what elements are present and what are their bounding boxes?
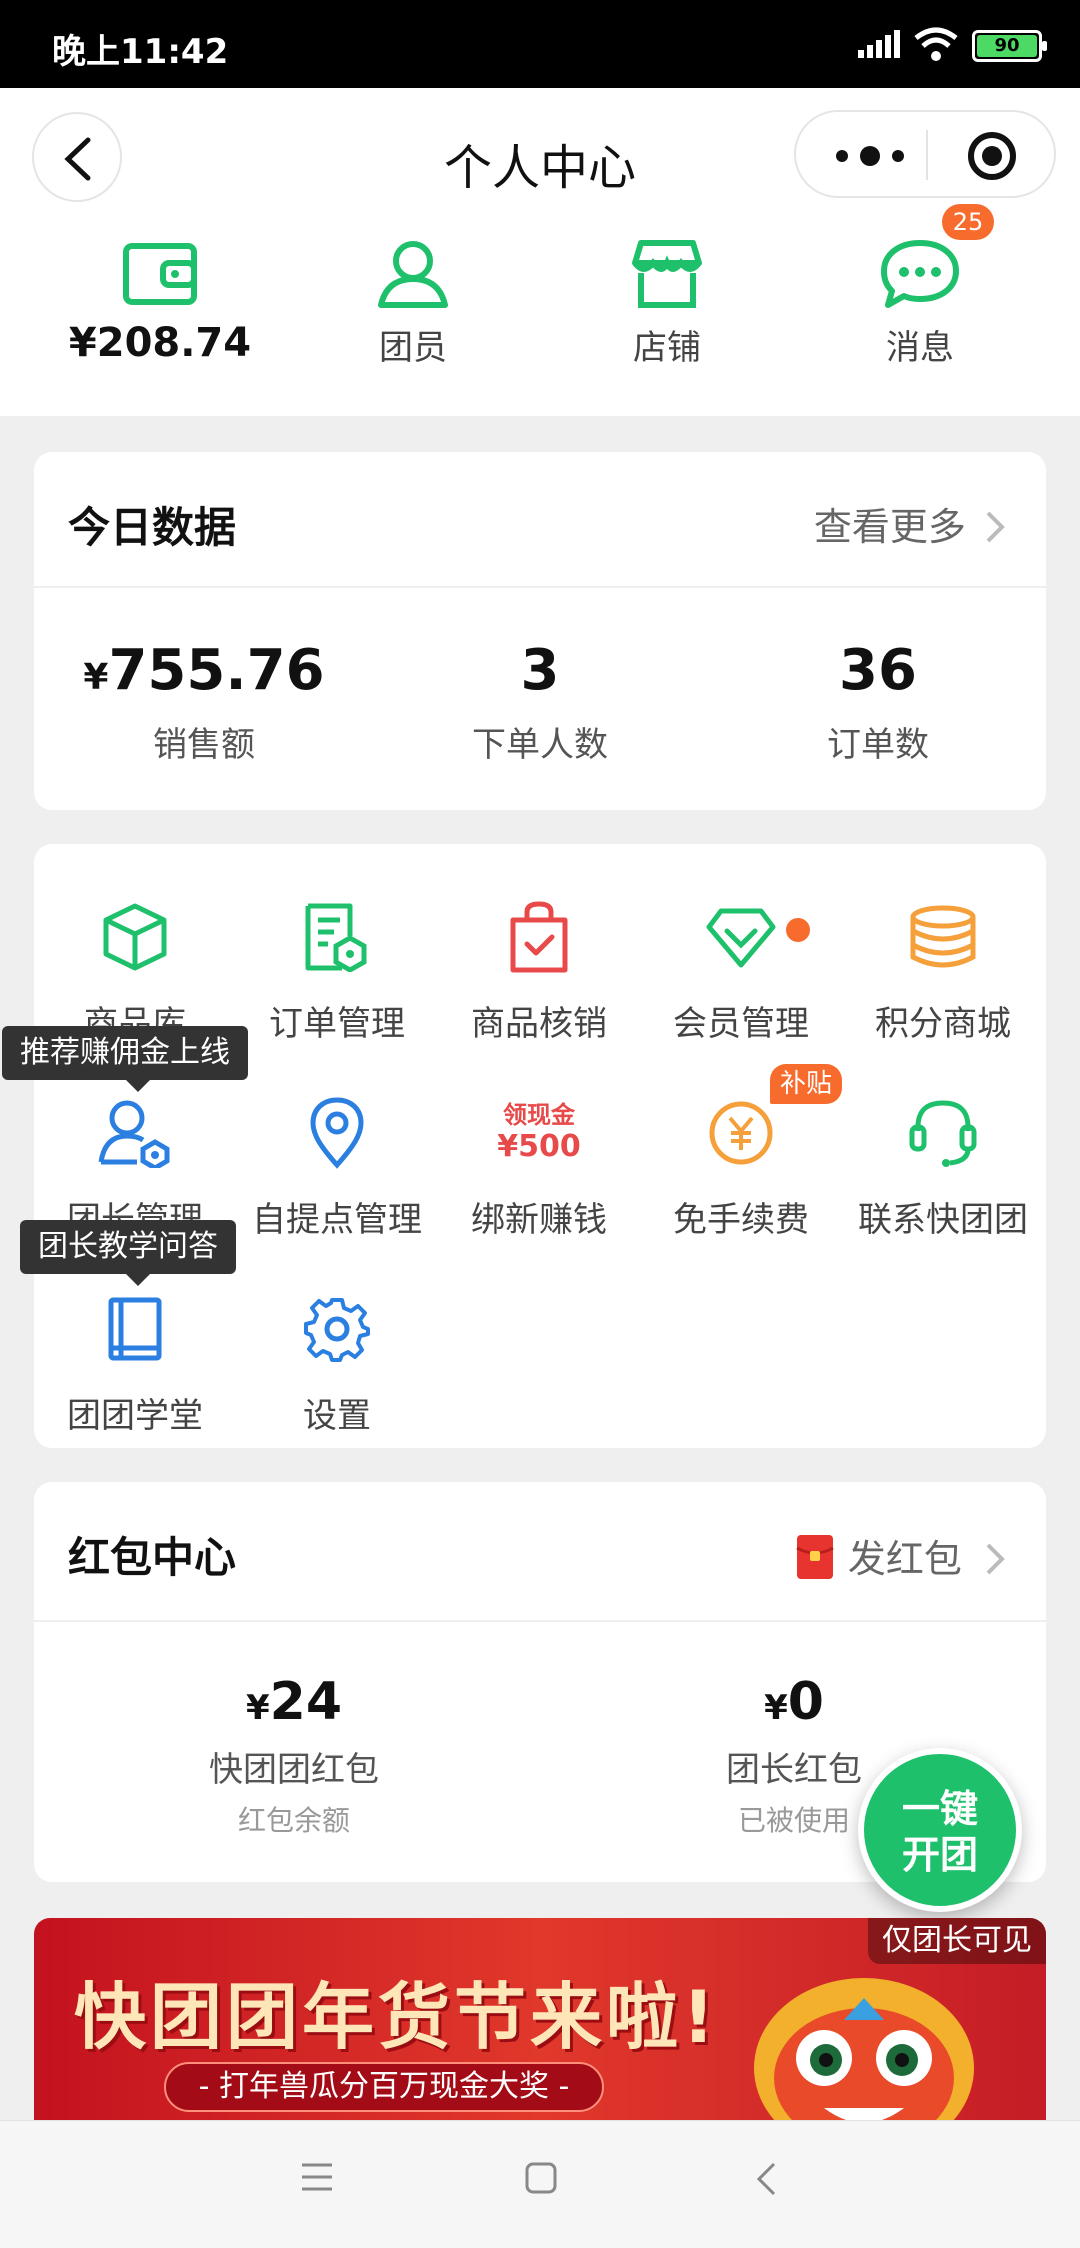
subsidy-badge: 补贴 [770, 1064, 842, 1104]
nav-bar: 个人中心 [0, 88, 1080, 218]
status-bar: 晚上11:42 90 [0, 0, 1080, 88]
miniapp-capsule [794, 110, 1056, 198]
sales-currency: ¥ [83, 657, 109, 698]
wallet-amount: ¥208.74 [68, 320, 252, 366]
today-title: 今日数据 [68, 503, 237, 552]
banner-headline: 快团团年货节来啦! [74, 1975, 719, 2059]
cash-label: 领现金 [503, 1101, 575, 1129]
sales-label: 销售额 [153, 725, 255, 765]
home-square-icon[interactable] [524, 2161, 558, 2195]
contact-item[interactable]: 联系快团团 [842, 1088, 1044, 1241]
back-triangle-icon[interactable] [754, 2161, 778, 2197]
chevron-right-icon [986, 511, 1005, 543]
leader-icon [98, 1100, 170, 1168]
sales-value: 755.76 [108, 638, 325, 703]
buyers-value: 3 [520, 638, 560, 703]
battery-icon: 90 [972, 30, 1047, 62]
banner-subtitle: - 打年兽瓜分百万现金大奖 - [164, 2062, 604, 2112]
coins-icon [910, 905, 976, 968]
settings-item[interactable]: 设置 [236, 1284, 438, 1437]
function-grid-card: 商品库 订单管理 商品核销 会员管理 积分商城 自提点管理 领现金 ¥500 绑… [34, 844, 1046, 1448]
member-icon [378, 241, 448, 308]
product-library-item[interactable]: 商品库 [34, 892, 236, 1045]
orders-stat[interactable]: 36 订单数 [708, 638, 1048, 766]
battery-level: 90 [977, 35, 1037, 57]
product-verify-item[interactable]: 商品核销 [438, 892, 640, 1045]
shopping-bag-check-icon [510, 901, 568, 973]
lion-dance-illustration [754, 1978, 974, 2120]
send-red-packet-link[interactable]: 发红包 [796, 1528, 1006, 1583]
order-list-icon [305, 903, 367, 972]
bind-new-earn-item[interactable]: 领现金 ¥500 绑新赚钱 [438, 1088, 640, 1241]
points-mall-item[interactable]: 积分商城 [842, 892, 1044, 1045]
signal-icon [858, 30, 900, 58]
quick-actions: ¥208.74 团员 店铺 消息 [0, 218, 1080, 416]
red-packet-title: 红包中心 [68, 1533, 237, 1582]
unread-badge: 25 [942, 204, 994, 240]
gear-icon [304, 1298, 370, 1362]
store-icon [632, 240, 702, 308]
tooltip-leader-commission: 推荐赚佣金上线 [2, 1026, 248, 1092]
new-dot [786, 918, 810, 942]
school-item[interactable]: 团团学堂 [34, 1284, 236, 1437]
members-item[interactable]: 团员 [313, 234, 513, 369]
chevron-right-icon [986, 1543, 1005, 1575]
members-label: 团员 [379, 328, 447, 368]
headset-icon [909, 1100, 977, 1167]
today-data-card: 今日数据 查看更多 ¥755.76 销售额 3 下单人数 36 订单数 [34, 452, 1046, 810]
system-nav-bar [0, 2120, 1080, 2248]
order-management-item[interactable]: 订单管理 [236, 892, 438, 1045]
yuan-coin-icon [709, 1101, 773, 1165]
store-label: 店铺 [633, 328, 701, 368]
location-pin-icon [310, 1097, 364, 1169]
chat-icon [881, 240, 959, 308]
orders-label: 订单数 [827, 725, 929, 765]
wifi-icon [914, 27, 958, 61]
menu-icon[interactable] [300, 2161, 334, 2193]
leader-management-item[interactable]: 团长管理 [34, 1088, 236, 1241]
sales-stat[interactable]: ¥755.76 销售额 [34, 638, 374, 766]
quick-start-group-button[interactable]: 一键 开团 [858, 1748, 1022, 1912]
wallet-icon [123, 243, 197, 305]
diamond-icon [706, 908, 776, 968]
tooltip-leader-qa: 团长教学问答 [20, 1220, 236, 1286]
box-icon [103, 903, 167, 971]
more-button[interactable] [836, 138, 906, 172]
pickup-point-item[interactable]: 自提点管理 [236, 1088, 438, 1241]
wallet-item[interactable]: ¥208.74 [60, 234, 260, 366]
view-more-link[interactable]: 查看更多 [814, 496, 1006, 551]
buyers-stat[interactable]: 3 下单人数 [370, 638, 710, 766]
status-time: 晚上11:42 [52, 32, 229, 72]
ktt-red-packet-stat[interactable]: ¥24 快团团红包 红包余额 [114, 1672, 474, 1839]
close-miniapp-button[interactable] [968, 132, 1016, 180]
store-item[interactable]: 店铺 [567, 234, 767, 369]
book-icon [108, 1297, 162, 1361]
member-management-item[interactable]: 会员管理 [640, 892, 842, 1045]
buyers-label: 下单人数 [472, 725, 608, 765]
new-year-banner[interactable]: 快团团年货节来啦! - 打年兽瓜分百万现金大奖 - 仅团长可见 [34, 1918, 1046, 2120]
leader-only-tag: 仅团长可见 [868, 1918, 1046, 1964]
orders-value: 36 [839, 638, 917, 703]
no-fee-item[interactable]: 免手续费 补贴 [640, 1064, 842, 1241]
messages-item[interactable]: 消息 [820, 234, 1020, 369]
cash-amount: ¥500 [497, 1129, 581, 1164]
messages-label: 消息 [886, 328, 954, 368]
red-envelope-icon [796, 1535, 834, 1579]
